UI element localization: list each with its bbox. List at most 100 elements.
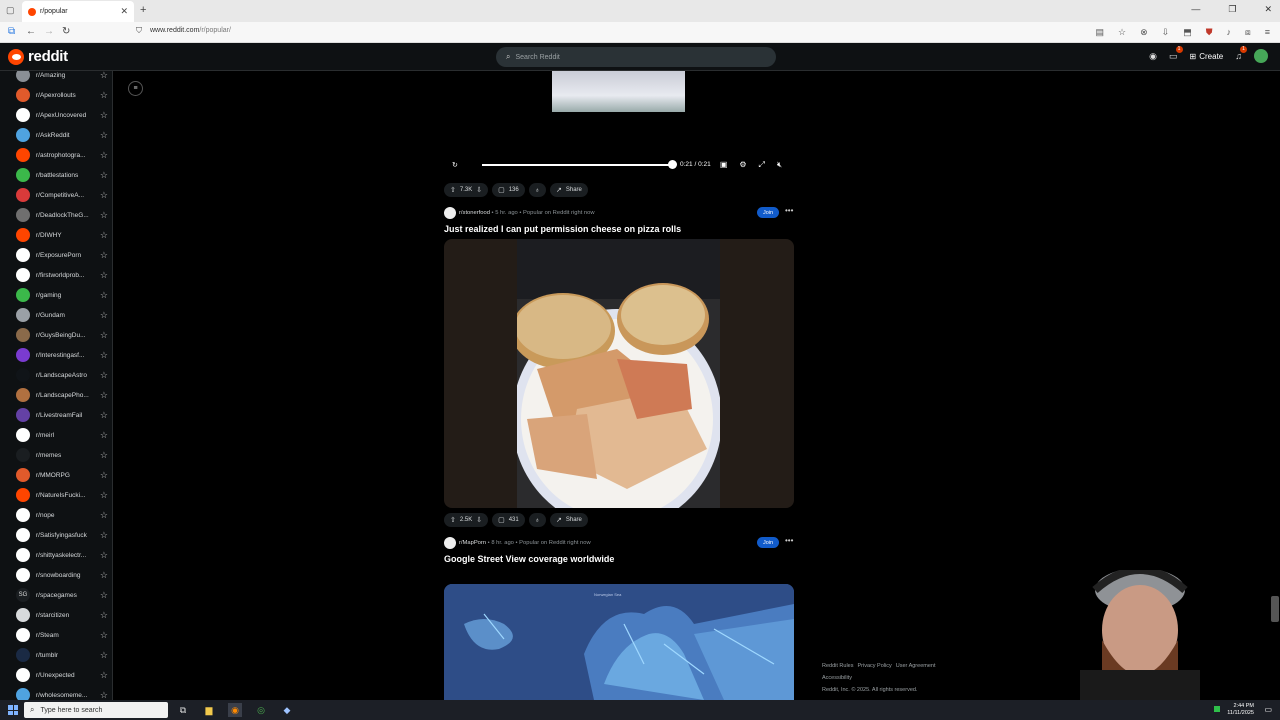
fullscreen-icon[interactable]: ⤢ [759, 160, 765, 170]
collapse-sidebar-button[interactable]: ≡ [128, 81, 143, 96]
award-button[interactable]: ♁ [528, 183, 546, 197]
captions-icon[interactable]: ▣ [720, 160, 728, 170]
advertise-icon[interactable]: ◉ [1149, 51, 1157, 62]
share-button[interactable]: ↗ Share [549, 183, 588, 197]
sidebar-item[interactable]: r/gaming ☆ [16, 287, 112, 303]
sidebar-item[interactable]: r/memes ☆ [16, 447, 112, 463]
video-player[interactable]: ↻ 0:21 / 0:21 ▣ ⚙ ⤢ 🔇︎ [444, 71, 794, 177]
favorite-star-icon[interactable]: ☆ [100, 490, 108, 501]
favorite-star-icon[interactable]: ☆ [100, 310, 108, 321]
sidebar-item[interactable]: r/Interestingasf... ☆ [16, 347, 112, 363]
favorite-star-icon[interactable]: ☆ [100, 690, 108, 701]
tray-status-icon[interactable] [1214, 706, 1220, 712]
sidebar-item[interactable]: r/DIWHY ☆ [16, 227, 112, 243]
subreddit-link[interactable]: r/stonerfood [459, 210, 490, 216]
sidebar-toggle-icon[interactable]: ▢ [6, 5, 15, 16]
sidebar-item[interactable]: r/meirl ☆ [16, 427, 112, 443]
favorite-star-icon[interactable]: ☆ [100, 110, 108, 121]
sidebar-icon[interactable]: ⧉ [8, 26, 15, 37]
favorite-star-icon[interactable]: ☆ [100, 370, 108, 381]
pocket-icon[interactable]: ⬒ [1183, 27, 1192, 38]
favorite-star-icon[interactable]: ☆ [100, 630, 108, 641]
sidebar-item[interactable]: r/ExposurePorn ☆ [16, 247, 112, 263]
steam-icon[interactable]: ◆ [280, 703, 294, 717]
file-explorer-icon[interactable]: ▆ [202, 703, 216, 717]
user-agreement-link[interactable]: User Agreement [896, 663, 936, 669]
more-options-icon[interactable]: ••• [785, 536, 793, 545]
extension-icon[interactable]: ⊗ [1140, 27, 1148, 38]
favorite-star-icon[interactable]: ☆ [100, 670, 108, 681]
reader-view-icon[interactable]: ▤ [1096, 27, 1105, 38]
new-tab-button[interactable]: + [140, 4, 146, 16]
sidebar-item[interactable]: r/Steam ☆ [16, 627, 112, 643]
favorite-star-icon[interactable]: ☆ [100, 610, 108, 621]
sidebar-item[interactable]: r/AskReddit ☆ [16, 127, 112, 143]
mute-icon[interactable]: 🔇︎ [777, 160, 782, 170]
more-options-icon[interactable]: ••• [785, 206, 793, 215]
sidebar-item[interactable]: r/MMORPG ☆ [16, 467, 112, 483]
action-center-icon[interactable]: ▭ [1264, 705, 1272, 714]
favorite-star-icon[interactable]: ☆ [100, 190, 108, 201]
sidebar-item[interactable]: r/astrophotogra... ☆ [16, 147, 112, 163]
downloads-icon[interactable]: ⇩ [1162, 27, 1170, 38]
favorite-star-icon[interactable]: ☆ [100, 350, 108, 361]
comments-button[interactable]: ▢ 431 [492, 513, 525, 527]
favorite-star-icon[interactable]: ☆ [100, 170, 108, 181]
post-title[interactable]: Just realized I can put permission chees… [444, 224, 681, 234]
favorite-star-icon[interactable]: ☆ [100, 130, 108, 141]
sidebar-item[interactable]: SG r/spacegames ☆ [16, 587, 112, 603]
search-input[interactable]: ⌕ Search Reddit [496, 47, 776, 67]
favorite-star-icon[interactable]: ☆ [100, 530, 108, 541]
tracking-shield-icon[interactable]: ⛉ [136, 26, 142, 36]
privacy-policy-link[interactable]: Privacy Policy [858, 663, 892, 669]
replay-icon[interactable]: ↻ [452, 161, 458, 169]
sidebar-item[interactable]: r/starcitizen ☆ [16, 607, 112, 623]
sidebar-item[interactable]: r/Satisfyingasfuck ☆ [16, 527, 112, 543]
favorite-star-icon[interactable]: ☆ [100, 90, 108, 101]
video-progress-handle[interactable] [668, 160, 677, 169]
sidebar-item[interactable]: r/LandscapePho... ☆ [16, 387, 112, 403]
favorite-star-icon[interactable]: ☆ [100, 71, 108, 81]
sidebar-item[interactable]: r/LandscapeAstro ☆ [16, 367, 112, 383]
chrome-icon[interactable]: ◎ [254, 703, 268, 717]
favorite-star-icon[interactable]: ☆ [100, 430, 108, 441]
subreddit-link[interactable]: r/MapPorn [459, 540, 486, 546]
bookmark-star-icon[interactable]: ☆ [1118, 27, 1126, 38]
favorite-star-icon[interactable]: ☆ [100, 510, 108, 521]
favorite-star-icon[interactable]: ☆ [100, 450, 108, 461]
sidebar-item[interactable]: r/snowboarding ☆ [16, 567, 112, 583]
comments-button[interactable]: ▢ 136 [492, 183, 525, 197]
favorite-star-icon[interactable]: ☆ [100, 330, 108, 341]
taskbar-search-input[interactable]: ⌕ Type here to search [24, 702, 168, 718]
upvote-icon[interactable]: ⇧ [450, 186, 456, 194]
chat-icon[interactable]: ▭ 1 [1169, 45, 1183, 62]
post-image[interactable]: Norwegian Sea [444, 584, 794, 700]
sidebar-item[interactable]: r/CompetitiveA... ☆ [16, 187, 112, 203]
create-button[interactable]: ⊞ Create [1190, 52, 1224, 61]
sidebar-item[interactable]: r/Unexpected ☆ [16, 667, 112, 683]
reddit-logo[interactable]: reddit [8, 48, 68, 65]
sidebar-item[interactable]: r/wholesomeme... ☆ [16, 687, 112, 700]
url-field[interactable]: www.reddit.com/r/popular/ [150, 27, 231, 34]
post-image[interactable] [444, 239, 794, 508]
sidebar-item[interactable]: r/tumblr ☆ [16, 647, 112, 663]
restore-button[interactable]: ❐ [1228, 4, 1236, 15]
firefox-icon[interactable]: ◉ [228, 703, 242, 717]
task-view-icon[interactable]: ⧉ [176, 703, 190, 717]
sidebar-item[interactable]: r/LivestreamFail ☆ [16, 407, 112, 423]
sidebar-item[interactable]: r/firstworldprob... ☆ [16, 267, 112, 283]
share-button[interactable]: ↗ Share [549, 513, 588, 527]
accessibility-link[interactable]: Accessibility [822, 675, 852, 681]
favorite-star-icon[interactable]: ☆ [100, 570, 108, 581]
close-window-button[interactable]: ✕ [1264, 4, 1272, 15]
favorite-star-icon[interactable]: ☆ [100, 250, 108, 261]
sidebar-item[interactable]: r/ApexUncovered ☆ [16, 107, 112, 123]
favorite-star-icon[interactable]: ☆ [100, 150, 108, 161]
sidebar-item[interactable]: r/Gundam ☆ [16, 307, 112, 323]
speaker-icon[interactable]: ♪ [1227, 27, 1232, 38]
video-progress-bar[interactable] [482, 164, 672, 166]
sidebar-item[interactable]: r/DeadlockTheG... ☆ [16, 207, 112, 223]
taskbar-clock[interactable]: 2:44 PM 11/11/2025 [1227, 703, 1254, 717]
favorite-star-icon[interactable]: ☆ [100, 650, 108, 661]
favorite-star-icon[interactable]: ☆ [100, 550, 108, 561]
